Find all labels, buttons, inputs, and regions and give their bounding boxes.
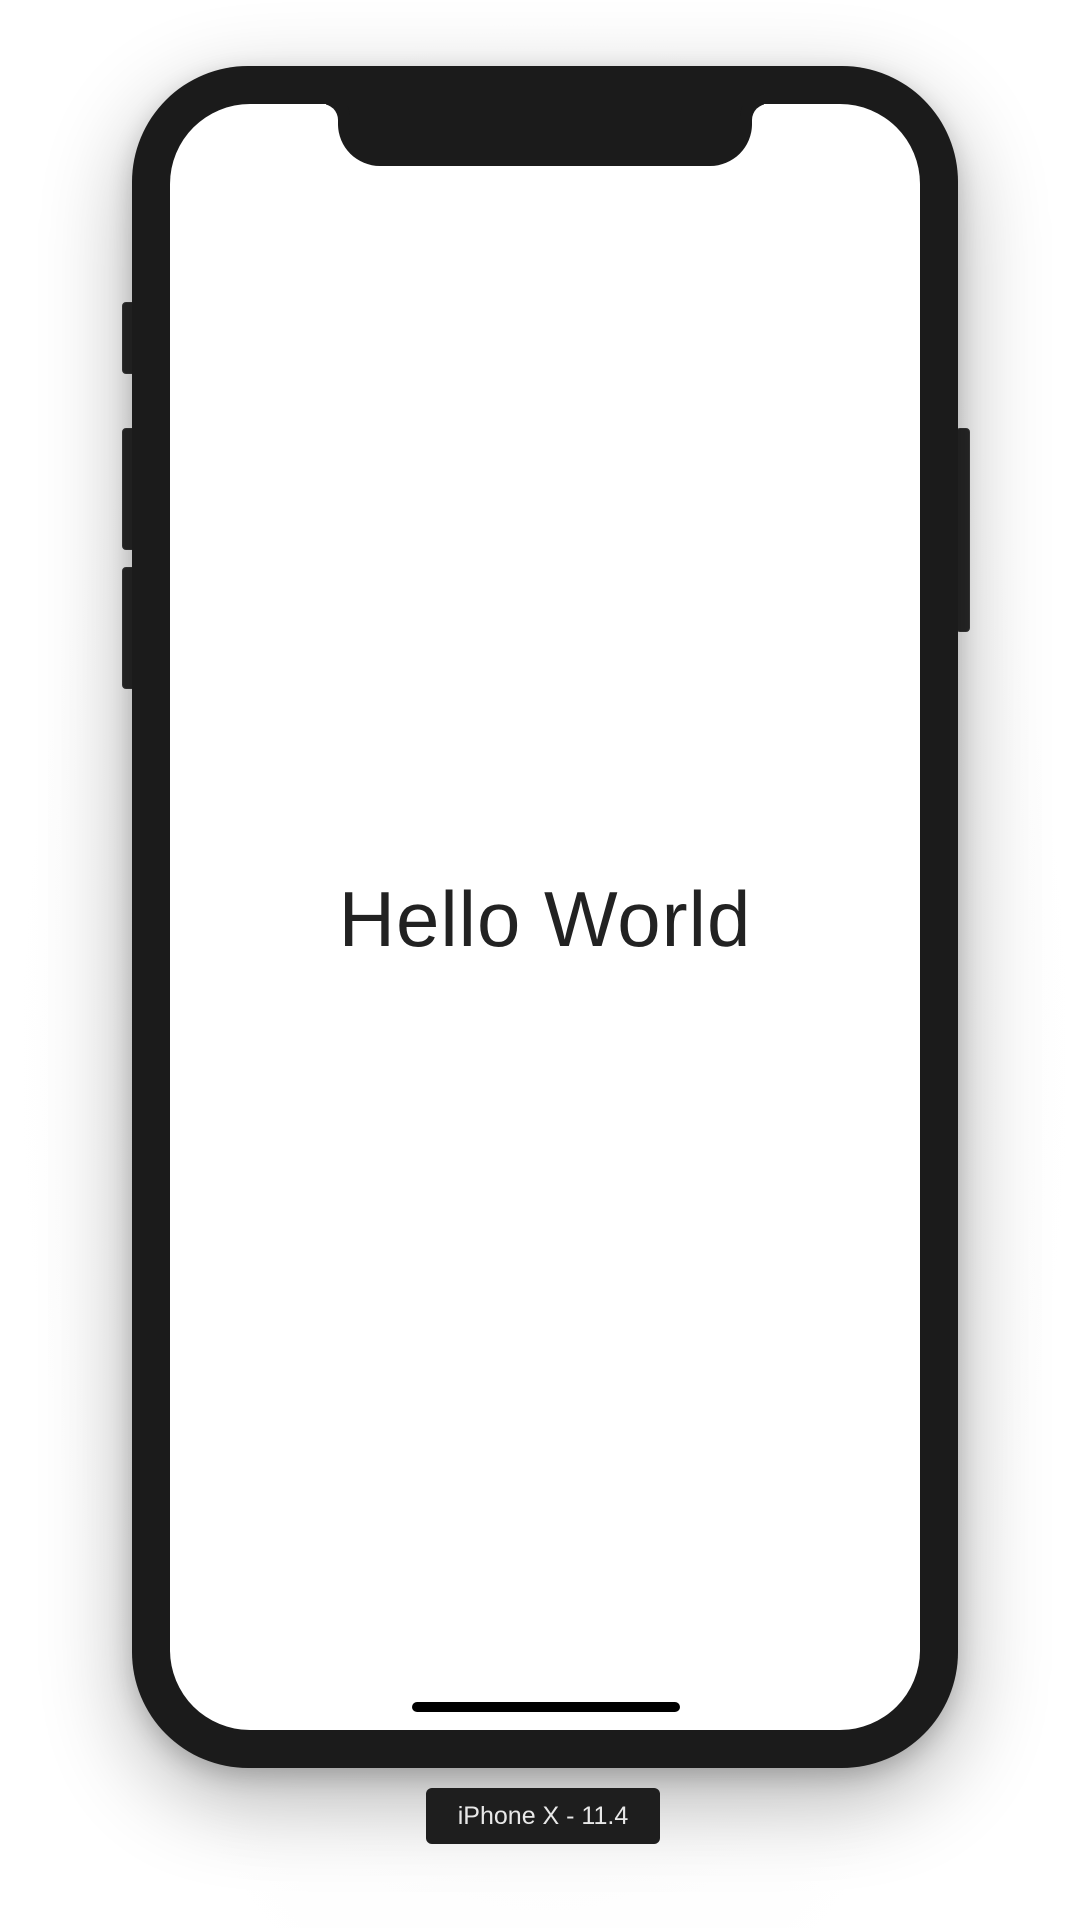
iphone-device-frame: Hello World <box>132 66 958 1768</box>
notch <box>338 104 752 166</box>
home-indicator[interactable] <box>412 1702 680 1712</box>
power-button[interactable] <box>956 428 970 632</box>
hello-world-label: Hello World <box>338 875 752 963</box>
simulator-stage: Hello World iPhone X - 11.4 <box>0 0 1090 1928</box>
device-name-label: iPhone X - 11.4 <box>426 1788 660 1844</box>
device-screen[interactable]: Hello World <box>170 104 920 1730</box>
